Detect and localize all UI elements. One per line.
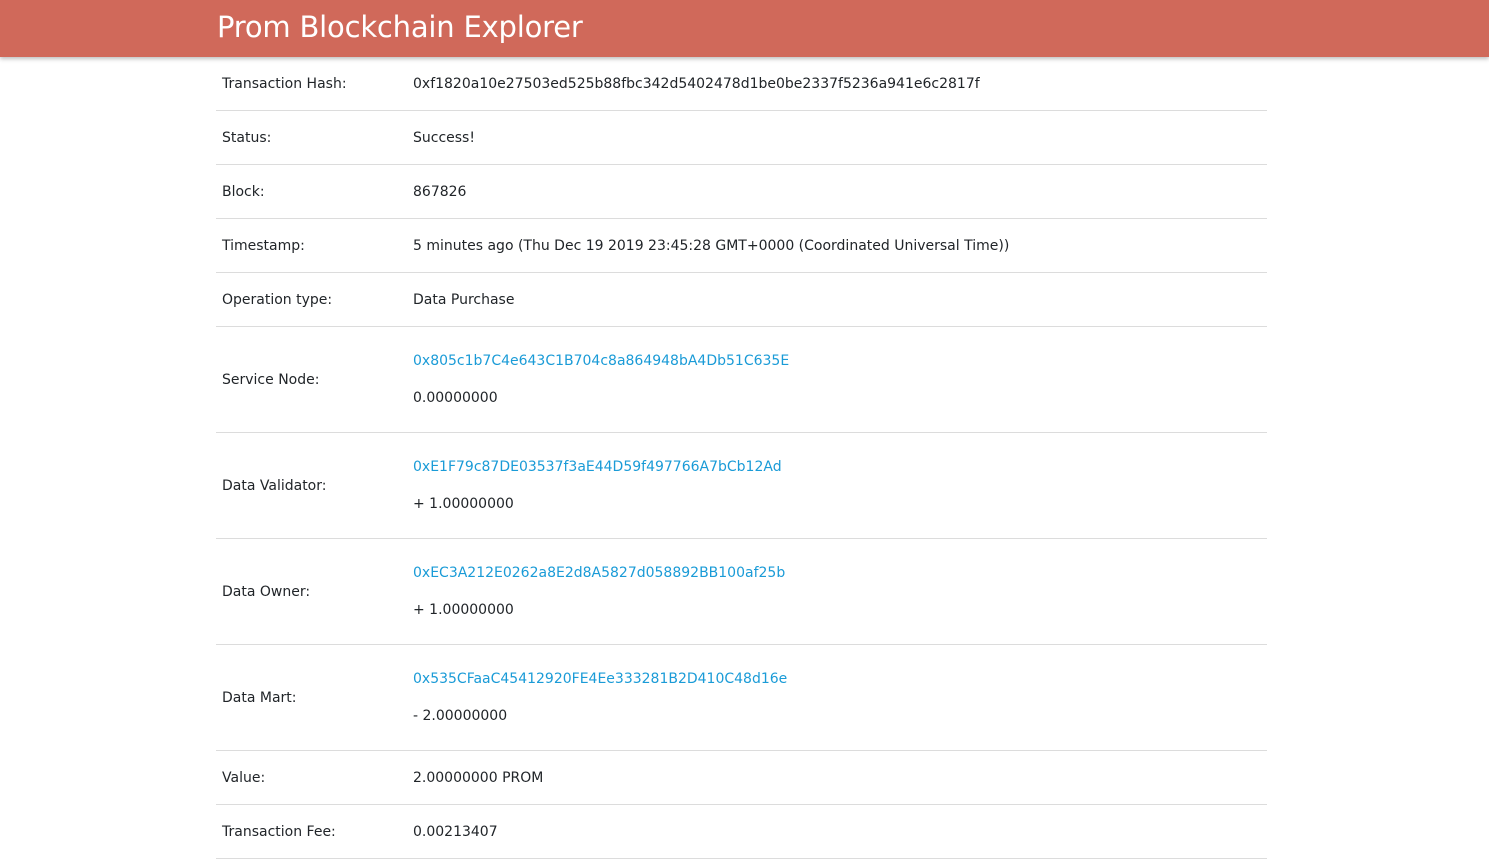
row-timestamp: Timestamp: 5 minutes ago (Thu Dec 19 201… bbox=[216, 218, 1267, 273]
transaction-fee-value: 0.00213407 bbox=[407, 804, 1267, 859]
data-owner-address-link[interactable]: 0xEC3A212E0262a8E2d8A5827d058892BB100af2… bbox=[413, 563, 1267, 583]
value-value: 2.00000000 PROM bbox=[407, 750, 1267, 805]
timestamp-value: 5 minutes ago (Thu Dec 19 2019 23:45:28 … bbox=[407, 218, 1267, 273]
row-status: Status: Success! bbox=[216, 110, 1267, 165]
data-owner-label: Data Owner: bbox=[216, 538, 407, 645]
status-value: Success! bbox=[407, 110, 1267, 165]
service-node-address-link[interactable]: 0x805c1b7C4e643C1B704c8a864948bA4Db51C63… bbox=[413, 351, 1267, 371]
navbar: Prom Blockchain Explorer bbox=[0, 0, 1489, 57]
service-node-label: Service Node: bbox=[216, 326, 407, 433]
timestamp-label: Timestamp: bbox=[216, 218, 407, 273]
row-block: Block: 867826 bbox=[216, 164, 1267, 219]
service-node-cell: 0x805c1b7C4e643C1B704c8a864948bA4Db51C63… bbox=[407, 326, 1267, 433]
data-validator-amount: + 1.00000000 bbox=[413, 496, 514, 512]
operation-type-label: Operation type: bbox=[216, 272, 407, 327]
data-validator-label: Data Validator: bbox=[216, 432, 407, 539]
block-label: Block: bbox=[216, 164, 407, 219]
data-mart-label: Data Mart: bbox=[216, 644, 407, 751]
block-value: 867826 bbox=[407, 164, 1267, 219]
transaction-hash-label: Transaction Hash: bbox=[216, 57, 407, 111]
row-value: Value: 2.00000000 PROM bbox=[216, 750, 1267, 805]
data-validator-address-link[interactable]: 0xE1F79c87DE03537f3aE44D59f497766A7bCb12… bbox=[413, 457, 1267, 477]
data-validator-cell: 0xE1F79c87DE03537f3aE44D59f497766A7bCb12… bbox=[407, 432, 1267, 539]
row-transaction-fee: Transaction Fee: 0.00213407 bbox=[216, 804, 1267, 859]
data-owner-amount: + 1.00000000 bbox=[413, 602, 514, 618]
status-label: Status: bbox=[216, 110, 407, 165]
data-mart-amount: - 2.00000000 bbox=[413, 708, 508, 724]
value-label: Value: bbox=[216, 750, 407, 805]
service-node-amount: 0.00000000 bbox=[413, 390, 498, 406]
transaction-details-table: Transaction Hash: 0xf1820a10e27503ed525b… bbox=[216, 57, 1267, 859]
row-data-mart: Data Mart: 0x535CFaaC45412920FE4Ee333281… bbox=[216, 644, 1267, 751]
data-mart-cell: 0x535CFaaC45412920FE4Ee333281B2D410C48d1… bbox=[407, 644, 1267, 751]
transaction-fee-label: Transaction Fee: bbox=[216, 804, 407, 859]
transaction-hash-value: 0xf1820a10e27503ed525b88fbc342d5402478d1… bbox=[407, 57, 1267, 111]
row-data-owner: Data Owner: 0xEC3A212E0262a8E2d8A5827d05… bbox=[216, 538, 1267, 645]
operation-type-value: Data Purchase bbox=[407, 272, 1267, 327]
data-mart-address-link[interactable]: 0x535CFaaC45412920FE4Ee333281B2D410C48d1… bbox=[413, 669, 1267, 689]
row-data-validator: Data Validator: 0xE1F79c87DE03537f3aE44D… bbox=[216, 432, 1267, 539]
data-owner-cell: 0xEC3A212E0262a8E2d8A5827d058892BB100af2… bbox=[407, 538, 1267, 645]
row-transaction-hash: Transaction Hash: 0xf1820a10e27503ed525b… bbox=[216, 57, 1267, 111]
row-service-node: Service Node: 0x805c1b7C4e643C1B704c8a86… bbox=[216, 326, 1267, 433]
row-operation-type: Operation type: Data Purchase bbox=[216, 272, 1267, 327]
brand-title[interactable]: Prom Blockchain Explorer bbox=[217, 9, 583, 45]
